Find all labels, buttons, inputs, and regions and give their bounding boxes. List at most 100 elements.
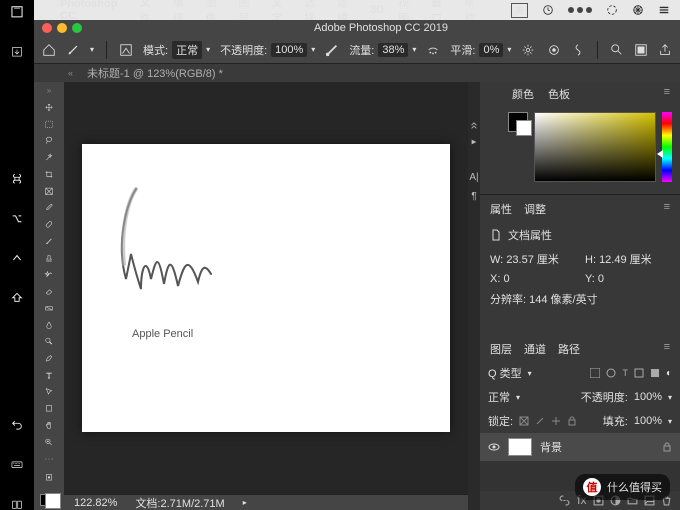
panel-menu-icon[interactable]: ≡: [664, 201, 670, 217]
airbrush-icon[interactable]: [426, 43, 440, 57]
pressure-size-icon[interactable]: [547, 43, 561, 57]
layer-thumbnail[interactable]: [508, 438, 532, 456]
option-icon[interactable]: [9, 213, 25, 225]
panels-icon[interactable]: [9, 499, 25, 510]
filter-image-icon[interactable]: [590, 368, 600, 378]
lock-pixels-icon[interactable]: [519, 416, 529, 426]
shape-tool-icon[interactable]: [42, 404, 56, 413]
mode-select[interactable]: 正常: [172, 41, 202, 59]
type-tool-icon[interactable]: [42, 371, 56, 380]
hue-slider[interactable]: [662, 112, 672, 182]
tab-paths[interactable]: 路径: [558, 341, 580, 357]
import-icon[interactable]: [9, 46, 25, 58]
picker-cursor[interactable]: [657, 150, 663, 158]
visibility-icon[interactable]: [488, 441, 500, 453]
tab-color[interactable]: 颜色: [512, 86, 534, 102]
tab-adjustments[interactable]: 调整: [524, 201, 546, 217]
lasso-tool-icon[interactable]: [42, 136, 56, 145]
panel-menu-icon[interactable]: ≡: [664, 341, 670, 357]
document-tab[interactable]: 未标题-1 @ 123%(RGB/8) *: [79, 63, 231, 83]
filter-adjust-icon[interactable]: [606, 368, 616, 378]
tab-swatches[interactable]: 色板: [548, 86, 570, 102]
frame-tool-icon[interactable]: [42, 187, 56, 196]
share-icon[interactable]: [658, 43, 672, 57]
character-panel-icon[interactable]: A|: [469, 172, 478, 183]
clock-icon[interactable]: [542, 4, 554, 16]
collapse-icon[interactable]: [470, 122, 478, 130]
brush-preset-icon[interactable]: [119, 43, 133, 57]
paragraph-panel-icon[interactable]: ¶: [471, 191, 476, 202]
hand-tool-icon[interactable]: [42, 421, 56, 430]
smooth-label: 平滑:: [450, 42, 475, 58]
lock-all-icon[interactable]: [567, 416, 577, 426]
filter-type-icon[interactable]: T: [622, 368, 628, 378]
edit-toolbar-icon[interactable]: [42, 473, 56, 482]
brush-size-chevron[interactable]: ▾: [90, 45, 94, 54]
wand-tool-icon[interactable]: [42, 153, 56, 162]
flow-input[interactable]: 38%: [378, 43, 408, 57]
search-icon[interactable]: [610, 43, 624, 57]
zoom-tool-icon[interactable]: [42, 438, 56, 447]
filter-toggle[interactable]: ◐: [666, 368, 672, 379]
healing-tool-icon[interactable]: [42, 220, 56, 229]
path-tool-icon[interactable]: [42, 387, 56, 396]
fg-bg-swatch[interactable]: [508, 112, 528, 132]
eraser-tool-icon[interactable]: [42, 287, 56, 296]
brush-tool-icon[interactable]: [42, 237, 56, 246]
layer-opacity[interactable]: 100%: [634, 391, 662, 403]
zoom-level[interactable]: 122.82%: [74, 497, 117, 509]
blur-tool-icon[interactable]: [42, 321, 56, 330]
canvas[interactable]: Apple Pencil: [82, 144, 450, 432]
stamp-tool-icon[interactable]: [42, 254, 56, 263]
layer-name[interactable]: 背景: [540, 439, 562, 455]
input-language[interactable]: 美: [511, 3, 528, 18]
filter-smart-icon[interactable]: [650, 368, 660, 378]
crop-tool-icon[interactable]: [42, 170, 56, 179]
link-layers-icon[interactable]: [559, 495, 570, 506]
shift-icon[interactable]: [9, 292, 25, 304]
layer-fill[interactable]: 100%: [634, 415, 662, 427]
lock-move-icon[interactable]: [551, 416, 561, 426]
opacity-input[interactable]: 100%: [271, 43, 307, 57]
command-icon[interactable]: [9, 173, 25, 185]
home-icon[interactable]: [42, 43, 56, 57]
layer-filter[interactable]: Q 类型: [488, 365, 522, 381]
window-titlebar: Adobe Photoshop CC 2019: [34, 20, 680, 36]
tab-channels[interactable]: 通道: [524, 341, 546, 357]
menu-icon[interactable]: [658, 4, 670, 16]
pen-tool-icon[interactable]: [42, 354, 56, 363]
brush-icon[interactable]: [66, 43, 80, 57]
tab-layers[interactable]: 图层: [490, 341, 512, 357]
traffic-lights[interactable]: [42, 23, 82, 33]
chevron-up-icon[interactable]: [9, 252, 25, 264]
move-tool-icon[interactable]: [42, 103, 56, 112]
play-icon[interactable]: [470, 138, 478, 146]
symmetry-icon[interactable]: [571, 43, 585, 57]
panels-column: 颜色 色板 ≡ 属性 调整 ≡ 文档属性: [480, 82, 680, 510]
app-name[interactable]: Photoshop CC: [60, 0, 126, 22]
blend-mode-select[interactable]: 正常: [488, 389, 510, 405]
menu-3d[interactable]: 3D: [370, 4, 384, 16]
dodge-tool-icon[interactable]: [42, 337, 56, 346]
filter-shape-icon[interactable]: [634, 368, 644, 378]
smooth-input[interactable]: 0%: [479, 43, 503, 57]
color-swatches[interactable]: [40, 494, 58, 506]
lock-position-icon[interactable]: [535, 416, 545, 426]
view-mode-icon[interactable]: [634, 43, 648, 57]
canvas-area[interactable]: Apple Pencil: [64, 82, 468, 494]
undo-icon[interactable]: [9, 419, 25, 431]
pressure-opacity-icon[interactable]: [325, 43, 339, 57]
tab-properties[interactable]: 属性: [490, 201, 512, 217]
color-picker[interactable]: [534, 112, 656, 182]
gradient-tool-icon[interactable]: [42, 304, 56, 313]
wheel-icon[interactable]: [632, 4, 644, 16]
panel-menu-icon[interactable]: ≡: [664, 86, 670, 102]
box-icon[interactable]: [9, 6, 25, 18]
layer-row[interactable]: 背景: [480, 433, 680, 461]
marquee-tool-icon[interactable]: [42, 120, 56, 129]
eyedropper-tool-icon[interactable]: [42, 203, 56, 212]
gear-icon[interactable]: [521, 43, 535, 57]
history-brush-tool-icon[interactable]: [42, 270, 56, 279]
docprops-title: 文档属性: [508, 227, 552, 243]
keyboard-icon[interactable]: [9, 459, 25, 471]
